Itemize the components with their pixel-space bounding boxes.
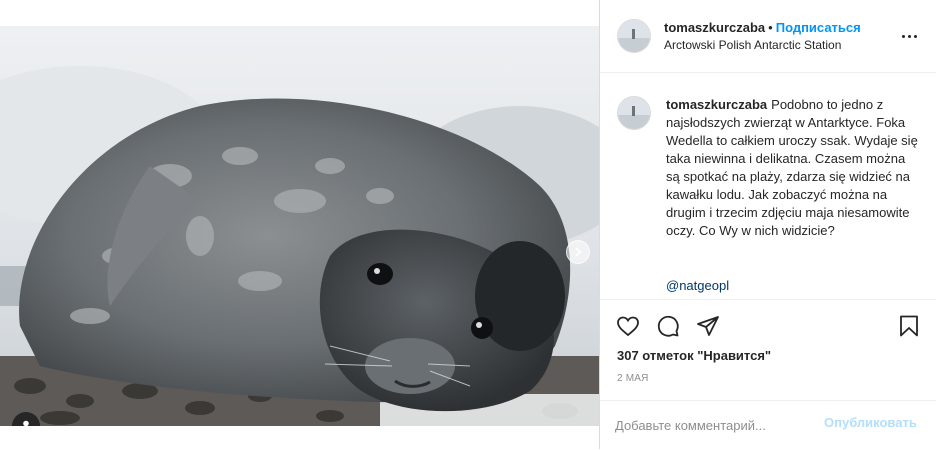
like-button[interactable] — [616, 314, 640, 338]
publish-comment-button[interactable]: Опубликовать — [824, 415, 917, 430]
comment-input[interactable] — [615, 416, 815, 434]
avatar[interactable] — [617, 19, 651, 53]
post-date[interactable]: 2 МАЯ — [617, 373, 649, 384]
header-username[interactable]: tomaszkurczaba — [664, 20, 765, 35]
more-horizontal-icon — [902, 34, 905, 38]
comment-icon — [657, 315, 679, 337]
more-horizontal-icon — [914, 34, 917, 38]
heart-icon — [617, 316, 639, 337]
share-icon — [697, 316, 719, 336]
follow-button[interactable]: Подписаться — [776, 20, 861, 35]
caption-text: tomaszkurczaba Podobno to jedno z najsłod… — [666, 96, 921, 240]
likes-count[interactable]: 307 отметок "Нравится" — [617, 348, 771, 363]
caption-username[interactable]: tomaszkurczaba — [666, 97, 767, 112]
separator-dot: • — [768, 20, 773, 35]
user-tag-icon — [23, 420, 29, 426]
comment-bar: Опубликовать — [600, 400, 936, 450]
post-header: tomaszkurczaba • Подписаться Arctowski Pol… — [600, 0, 936, 73]
caption-section: tomaszkurczaba Podobno to jedno z najsłod… — [600, 73, 936, 299]
more-horizontal-icon — [908, 34, 911, 38]
share-button[interactable] — [696, 314, 720, 338]
chevron-right-icon — [575, 247, 582, 257]
caption-body: Podobno to jedno z najsłodszych zwierząt… — [666, 97, 918, 238]
mention-link[interactable]: @natgeopl — [666, 278, 729, 293]
comment-button[interactable] — [656, 314, 680, 338]
bookmark-icon — [900, 315, 918, 337]
location-link[interactable]: Arctowski Polish Antarctic Station — [664, 38, 841, 52]
more-options-button[interactable] — [902, 28, 920, 44]
post-side-panel: tomaszkurczaba • Подписаться Arctowski Pol… — [599, 0, 936, 449]
next-photo-button[interactable] — [566, 240, 590, 264]
post-photo[interactable] — [0, 26, 599, 426]
avatar-image — [618, 97, 650, 129]
save-button[interactable] — [897, 314, 921, 338]
instagram-post: tomaszkurczaba • Подписаться Arctowski Pol… — [0, 0, 936, 449]
avatar-image — [618, 20, 650, 52]
caption-avatar[interactable] — [617, 96, 651, 130]
seal-photo-illustration — [0, 26, 599, 426]
header-user-line: tomaszkurczaba • Подписаться — [664, 20, 861, 35]
